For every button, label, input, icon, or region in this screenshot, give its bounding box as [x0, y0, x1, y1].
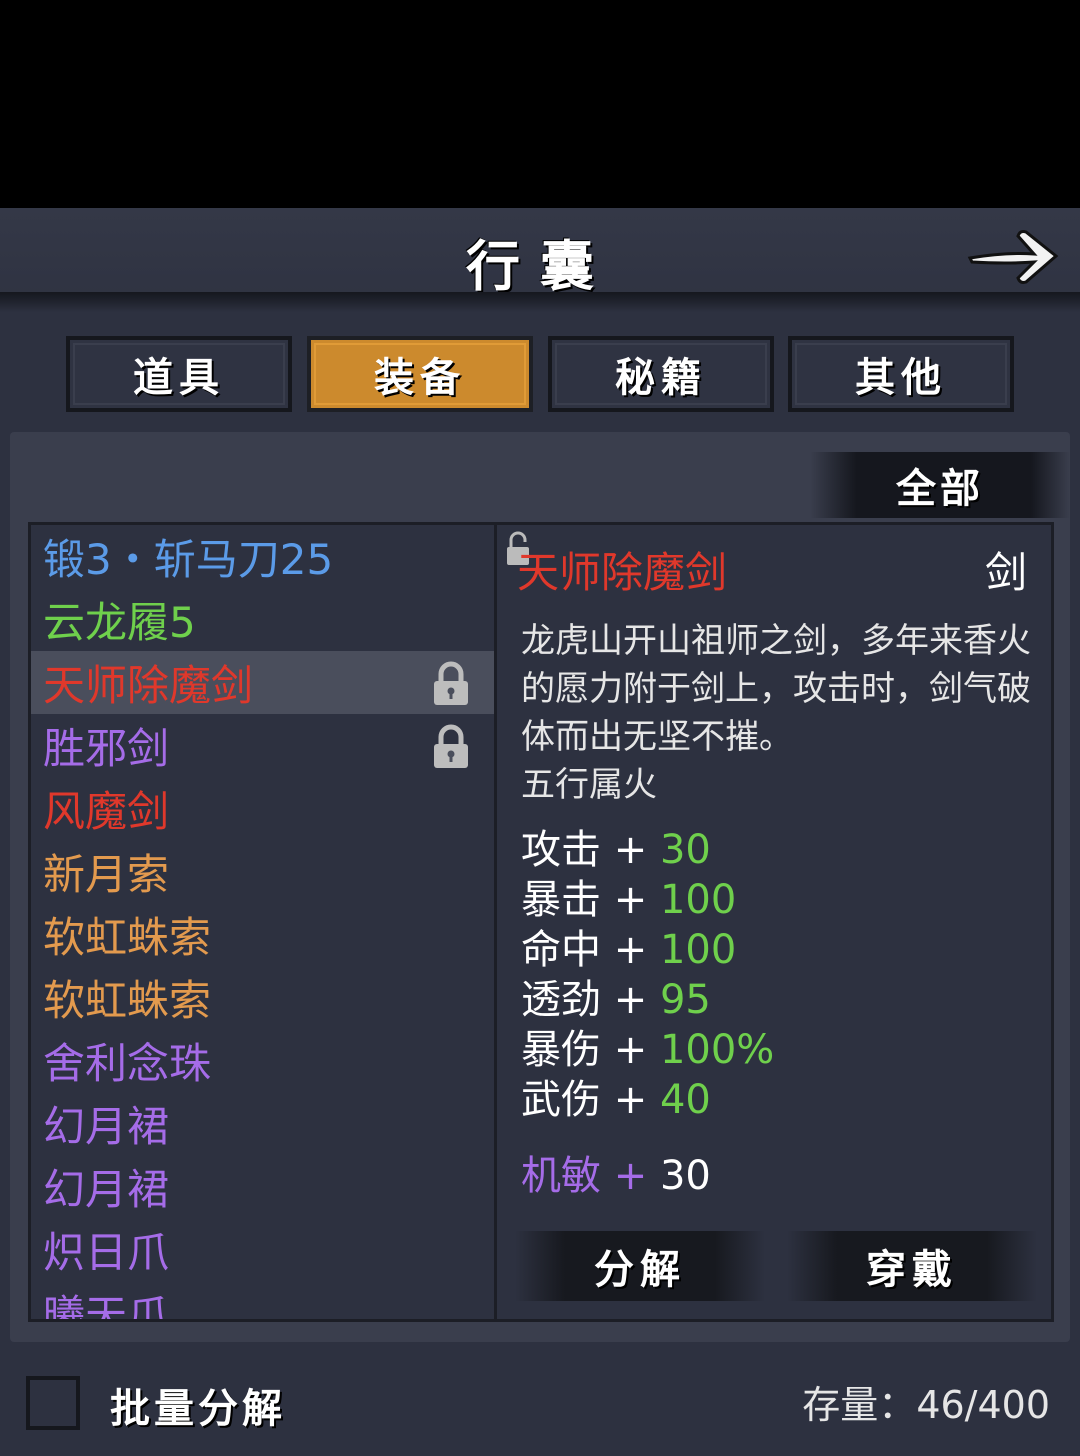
header-ink-divider	[0, 292, 1080, 312]
stat-sep: +	[613, 877, 648, 923]
stat-row: 武伤 + 40	[521, 1075, 774, 1125]
content-area: 全部 锻3・斩马刀25 云龙履5 天师除魔剑 胜邪剑 风魔剑 新月索 软虹蛛索 软虹蛛索 舍利念…	[10, 432, 1070, 1342]
tab-other[interactable]: 其他	[788, 336, 1014, 412]
item-name: 天师除魔剑	[43, 661, 254, 710]
stat-row: 暴击 + 100	[521, 875, 774, 925]
list-item[interactable]: 软虹蛛索	[31, 903, 495, 966]
tab-manuals[interactable]: 秘籍	[548, 336, 774, 412]
item-name: 软虹蛛索	[43, 913, 212, 962]
tab-frame	[555, 343, 767, 405]
lock-icon[interactable]	[431, 724, 471, 770]
stat-value: 100	[659, 927, 737, 973]
stat-key: 攻击	[521, 827, 601, 873]
detail-item-type: 剑	[984, 548, 1027, 597]
bottom-bar: 批量分解 存量：46/400	[0, 1356, 1080, 1456]
stat-value: 30	[659, 1153, 711, 1199]
storage-count: 存量：46/400	[802, 1383, 1050, 1427]
item-name: 锻3・斩马刀25	[43, 535, 334, 584]
list-item[interactable]: 幻月裙	[31, 1092, 495, 1155]
stat-value: 95	[659, 977, 711, 1023]
detail-description-block: 龙虎山开山祖师之剑，多年来香火的愿力附于剑上，攻击时，剑气破体而出无坚不摧。 五…	[521, 617, 1041, 809]
stat-key: 机敏	[521, 1153, 601, 1199]
storage-label: 存量	[802, 1383, 879, 1427]
detail-description: 龙虎山开山祖师之剑，多年来香火的愿力附于剑上，攻击时，剑气破体而出无坚不摧。	[521, 621, 1031, 757]
stat-sep: +	[613, 1027, 648, 1073]
batch-decompose-checkbox[interactable]	[26, 1376, 80, 1430]
black-top-area	[0, 0, 1080, 208]
item-name: 炽日爪	[43, 1228, 170, 1277]
item-name: 幻月裙	[43, 1165, 170, 1214]
equip-button[interactable]: 穿戴	[787, 1231, 1037, 1301]
inventory-panel: 行囊 道具 装备 秘籍 其他 全部 锻3・斩马刀25 云龙履5 天师除魔剑胜邪剑风魔…	[0, 208, 1080, 1456]
stat-key: 命中	[521, 927, 601, 973]
tab-frame	[795, 343, 1007, 405]
item-name: 新月索	[43, 850, 170, 899]
filter-all-button[interactable]: 全部	[810, 452, 1070, 518]
tab-items[interactable]: 道具	[66, 336, 292, 412]
stat-value: 30	[659, 827, 711, 873]
category-tabs: 道具 装备 秘籍 其他	[66, 336, 1016, 412]
extra-stat-row: 机敏 + 30	[521, 1151, 774, 1201]
tab-frame	[73, 343, 285, 405]
stats-list: 攻击 + 30 暴击 + 100 命中 + 100 透劲 + 95 暴伤 + 100% 武…	[521, 825, 774, 1201]
stat-row: 暴伤 + 100%	[521, 1025, 774, 1075]
item-name: 软虹蛛索	[43, 976, 212, 1025]
page-title: 行囊	[466, 234, 614, 298]
list-item[interactable]: 胜邪剑	[31, 714, 495, 777]
stat-key: 暴击	[521, 877, 601, 923]
list-item[interactable]: 软虹蛛索	[31, 966, 495, 1029]
list-item[interactable]: 新月索	[31, 840, 495, 903]
list-item[interactable]: 风魔剑	[31, 777, 495, 840]
item-name: 幻月裙	[43, 1102, 170, 1151]
stat-value: 40	[659, 1077, 711, 1123]
list-item[interactable]: 炽日爪	[31, 1218, 495, 1281]
item-name: 云龙履5	[43, 598, 196, 647]
stat-row: 命中 + 100	[521, 925, 774, 975]
item-name: 胜邪剑	[43, 724, 170, 773]
list-item[interactable]: 云龙履5	[31, 588, 495, 651]
stat-row: 透劲 + 95	[521, 975, 774, 1025]
tab-equipment[interactable]: 装备	[307, 336, 533, 412]
stat-sep: +	[613, 827, 648, 873]
stat-sep: +	[613, 927, 648, 973]
stat-key: 透劲	[521, 977, 601, 1023]
list-item[interactable]: 幻月裙	[31, 1155, 495, 1218]
stat-sep: +	[613, 977, 648, 1023]
back-arrow-icon[interactable]	[966, 224, 1060, 288]
tab-frame	[314, 343, 526, 405]
stat-sep: +	[613, 1077, 648, 1123]
item-list[interactable]: 锻3・斩马刀25 云龙履5 天师除魔剑 胜邪剑 风魔剑 新月索 软虹蛛索 软虹蛛索 舍利念珠 幻月…	[28, 522, 498, 1322]
stat-key: 武伤	[521, 1077, 601, 1123]
list-item[interactable]: 锻3・斩马刀25	[31, 525, 495, 588]
detail-item-name: 天师除魔剑	[517, 548, 728, 597]
list-item[interactable]: 天师除魔剑	[31, 651, 495, 714]
stat-row: 攻击 + 30	[521, 825, 774, 875]
stat-sep: +	[613, 1153, 648, 1199]
item-name: 风魔剑	[43, 787, 170, 836]
batch-decompose-label: 批量分解	[110, 1385, 286, 1432]
decompose-button[interactable]: 分解	[515, 1231, 765, 1301]
stat-value: 100%	[659, 1027, 775, 1073]
detail-element: 五行属火	[521, 765, 657, 805]
item-detail-panel: 天师除魔剑 剑 龙虎山开山祖师之剑，多年来香火的愿力附于剑上，攻击时，剑气破体而…	[494, 522, 1054, 1322]
stat-value: 100	[659, 877, 737, 923]
stat-key: 暴伤	[521, 1027, 601, 1073]
stat-spacer	[521, 1125, 774, 1151]
item-name: 曦天爪	[43, 1291, 170, 1322]
storage-value: 46/400	[916, 1383, 1050, 1427]
item-name: 舍利念珠	[43, 1039, 212, 1088]
header-bar: 行囊	[0, 208, 1080, 300]
lock-icon[interactable]	[431, 661, 471, 707]
list-item[interactable]: 舍利念珠	[31, 1029, 495, 1092]
list-item[interactable]: 曦天爪	[31, 1281, 495, 1322]
